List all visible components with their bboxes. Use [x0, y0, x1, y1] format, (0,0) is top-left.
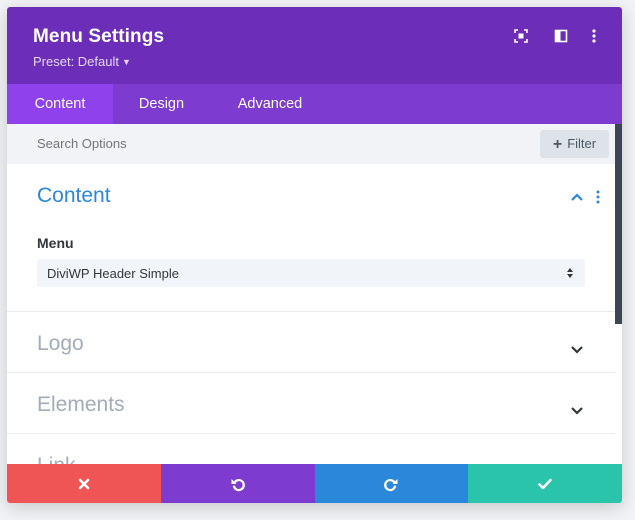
section-title-content[interactable]: Content [37, 184, 111, 208]
tab-advanced[interactable]: Advanced [210, 84, 330, 124]
section-title-elements[interactable]: Elements [37, 393, 125, 417]
section-divider [7, 311, 615, 312]
filter-label: Filter [567, 136, 597, 151]
menu-select[interactable]: DiviWP Header Simple [37, 259, 585, 287]
preset-label: Preset: Default [33, 54, 119, 69]
menu-settings-modal: Menu Settings Preset: Default ▼ Content D… [7, 7, 622, 503]
tab-design[interactable]: Design [113, 84, 210, 124]
undo-icon [231, 478, 245, 491]
section-options-icon[interactable] [595, 190, 601, 204]
menu-select-value: DiviWP Header Simple [47, 266, 179, 281]
fullscreen-icon[interactable] [513, 28, 529, 44]
check-icon [538, 478, 552, 489]
preset-dropdown[interactable]: Preset: Default ▼ [33, 54, 131, 69]
modal-footer [7, 464, 622, 503]
chevron-up-icon[interactable] [570, 192, 584, 202]
tab-content[interactable]: Content [7, 84, 113, 124]
modal-title: Menu Settings [33, 26, 165, 47]
undo-button[interactable] [160, 464, 315, 503]
chevron-down-icon[interactable] [570, 406, 584, 416]
save-button[interactable] [468, 464, 622, 503]
redo-icon [384, 478, 398, 491]
modal-header: Menu Settings Preset: Default ▼ [7, 7, 622, 84]
search-input[interactable] [37, 136, 457, 151]
discard-button[interactable] [7, 464, 161, 503]
filter-button[interactable]: + Filter [540, 130, 609, 158]
section-title-logo[interactable]: Logo [37, 332, 84, 356]
close-icon [78, 478, 90, 489]
section-divider [7, 372, 615, 373]
menu-field-label: Menu [37, 235, 74, 251]
settings-body: + Filter Content Menu DiviWP Header Simpl… [7, 124, 622, 464]
plus-icon: + [552, 136, 563, 153]
section-divider [7, 433, 615, 434]
search-bar: + Filter [7, 124, 615, 164]
select-arrows-icon [567, 268, 573, 278]
caret-down-icon: ▼ [122, 57, 131, 67]
split-view-icon[interactable] [553, 28, 569, 44]
tab-bar: Content Design Advanced [7, 84, 622, 124]
redo-button[interactable] [314, 464, 469, 503]
chevron-down-icon[interactable] [570, 345, 584, 355]
scrollbar-thumb[interactable] [615, 124, 622, 324]
section-title-link[interactable]: Link [37, 454, 76, 464]
more-options-icon[interactable] [586, 28, 602, 44]
